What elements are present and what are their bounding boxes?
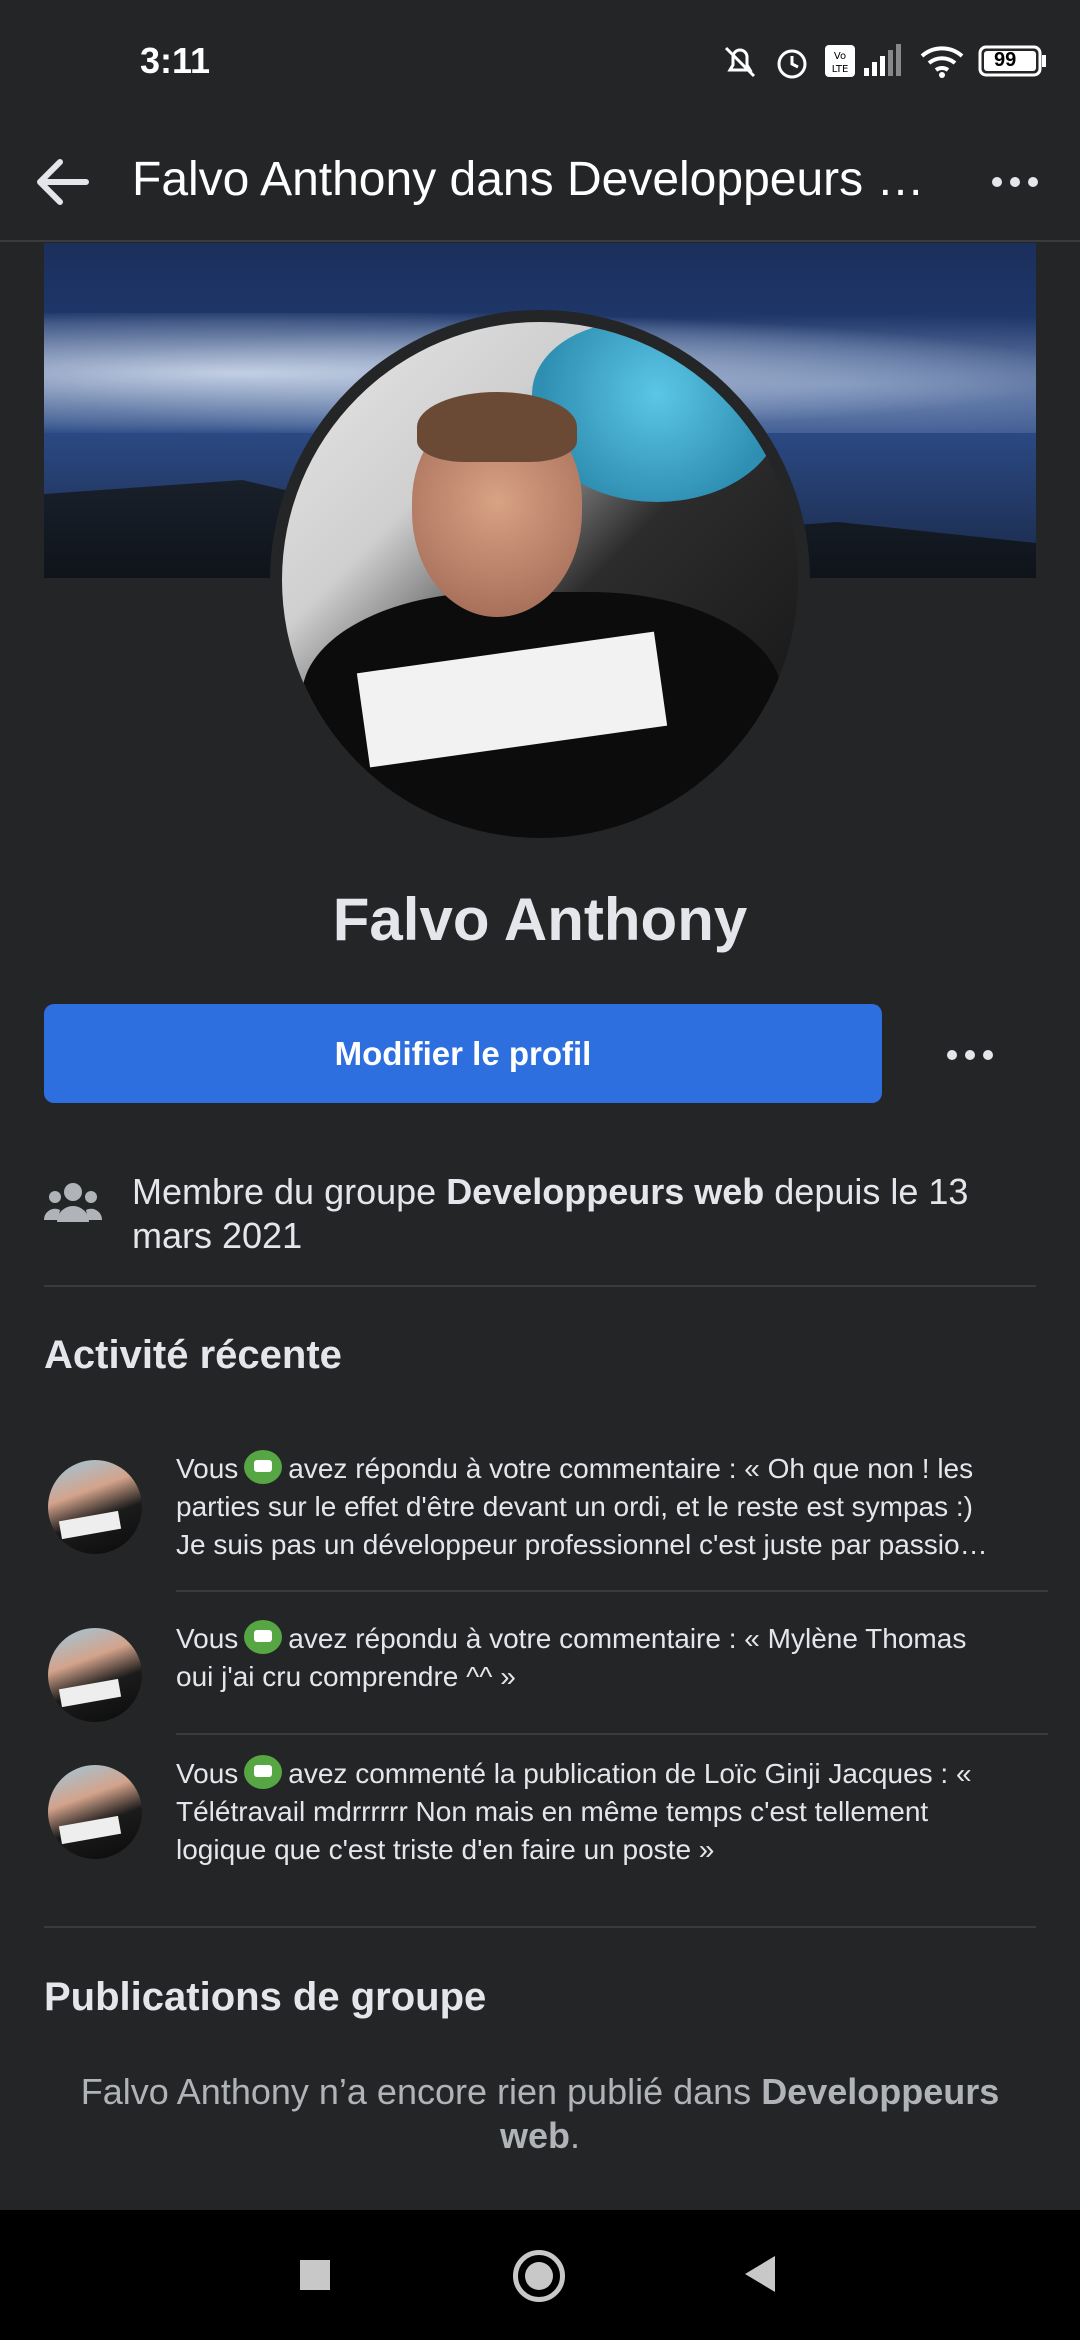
profile-more-button[interactable] bbox=[918, 1020, 1018, 1090]
empty-prefix: Falvo Anthony n’a encore rien publié dan… bbox=[80, 2071, 762, 2112]
activity-actor: Vous bbox=[176, 1758, 239, 1789]
more-horizontal-icon bbox=[992, 177, 1038, 187]
avatar bbox=[48, 1460, 142, 1554]
comment-badge-icon bbox=[244, 1450, 283, 1484]
battery-icon: 99 bbox=[978, 44, 1048, 83]
hair bbox=[417, 392, 577, 462]
signal-icon bbox=[862, 44, 902, 83]
activity-text: Vous avez répondu à votre commentaire : «… bbox=[176, 1450, 996, 1564]
more-horizontal-icon bbox=[947, 1050, 993, 1060]
divider bbox=[44, 1285, 1036, 1287]
activity-item[interactable]: Vous avez répondu à votre commentaire : «… bbox=[44, 1450, 1036, 1570]
edit-profile-button[interactable]: Modifier le profil bbox=[44, 1004, 882, 1103]
wifi-icon bbox=[920, 44, 964, 83]
group-posts-title: Publications de groupe bbox=[44, 1975, 487, 2019]
membership-info: Membre du groupe Developpeurs web depuis… bbox=[44, 1170, 1036, 1285]
activity-description: avez commenté la publication de Loïc Gin… bbox=[176, 1758, 972, 1865]
empty-suffix: . bbox=[570, 2115, 581, 2156]
activity-actor: Vous bbox=[176, 1453, 239, 1484]
divider bbox=[176, 1733, 1048, 1735]
activity-description: avez répondu à votre commentaire : « Oh … bbox=[176, 1453, 988, 1560]
group-members-icon bbox=[44, 1183, 102, 1222]
page-title: Falvo Anthony dans Developpeurs web bbox=[132, 153, 932, 206]
divider bbox=[44, 1926, 1036, 1928]
empty-posts-message: Falvo Anthony n’a encore rien publié dan… bbox=[60, 2070, 1020, 2158]
recent-apps-button[interactable] bbox=[300, 2260, 330, 2290]
comment-badge-icon bbox=[244, 1755, 283, 1789]
back-button[interactable] bbox=[30, 147, 100, 217]
status-bar: 3:11 Vo LTE 99 bbox=[0, 0, 1080, 125]
arrow-left-icon bbox=[37, 159, 89, 205]
svg-text:Vo: Vo bbox=[834, 51, 846, 62]
activity-description: avez répondu à votre commentaire : « Myl… bbox=[176, 1623, 967, 1692]
recent-activity-title: Activité récente bbox=[44, 1333, 342, 1377]
activity-item[interactable]: Vous avez commenté la publication de Loïc… bbox=[44, 1755, 1036, 1875]
more-options-button[interactable] bbox=[980, 147, 1050, 217]
svg-text:LTE: LTE bbox=[832, 64, 849, 75]
app-bar: Falvo Anthony dans Developpeurs web bbox=[0, 125, 1080, 242]
status-time: 3:11 bbox=[140, 40, 211, 81]
profile-picture[interactable] bbox=[270, 310, 810, 850]
system-back-button[interactable] bbox=[745, 2256, 775, 2292]
volte-icon: Vo LTE bbox=[824, 44, 856, 83]
profile-photo bbox=[282, 322, 798, 838]
home-button[interactable] bbox=[513, 2250, 565, 2302]
membership-text: Membre du groupe Developpeurs web depuis… bbox=[132, 1170, 1032, 1258]
activity-text: Vous avez commenté la publication de Loïc… bbox=[176, 1755, 996, 1869]
mute-icon bbox=[720, 42, 760, 87]
divider bbox=[176, 1590, 1048, 1592]
profile-name: Falvo Anthony bbox=[332, 886, 748, 953]
status-icons: Vo LTE 99 bbox=[720, 38, 1080, 88]
avatar bbox=[48, 1765, 142, 1859]
group-link[interactable]: Developpeurs web bbox=[446, 1171, 764, 1212]
activity-text: Vous avez répondu à votre commentaire : «… bbox=[176, 1620, 996, 1696]
battery-level: 99 bbox=[994, 49, 1017, 71]
comment-badge-icon bbox=[244, 1620, 283, 1654]
alarm-icon bbox=[772, 42, 812, 87]
activity-item[interactable]: Vous avez répondu à votre commentaire : «… bbox=[44, 1620, 1036, 1722]
avatar bbox=[48, 1628, 142, 1722]
system-nav-bar bbox=[0, 2210, 1080, 2340]
activity-actor: Vous bbox=[176, 1623, 239, 1654]
membership-prefix: Membre du groupe bbox=[132, 1171, 447, 1212]
